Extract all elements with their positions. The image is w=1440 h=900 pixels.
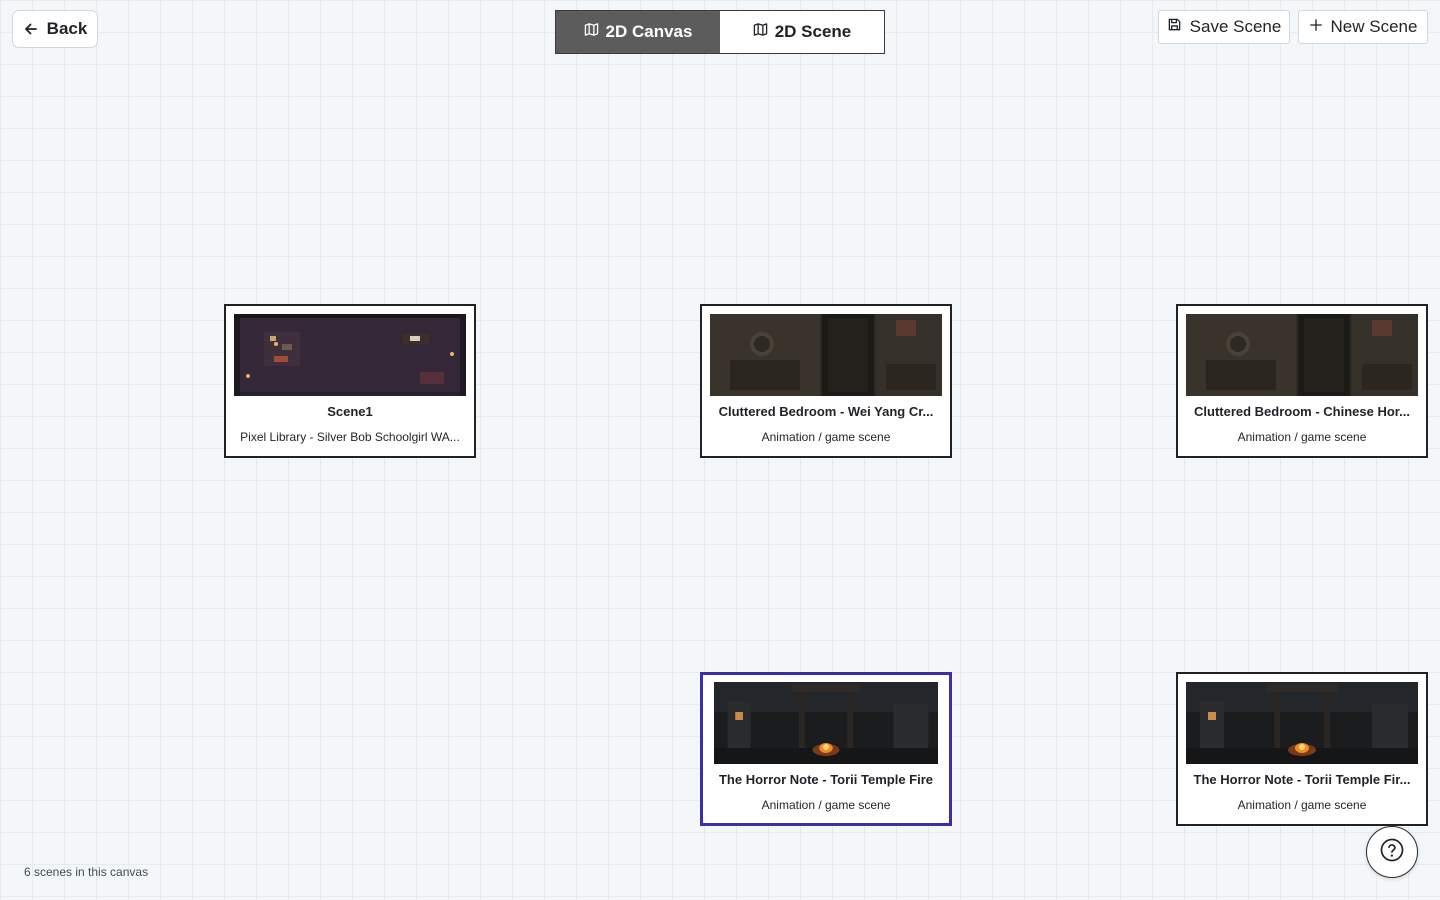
scene-thumbnail [714, 682, 938, 764]
save-icon [1167, 17, 1182, 37]
scene-card[interactable]: Cluttered Bedroom - Chinese Hor... Anima… [1176, 304, 1428, 458]
help-button[interactable] [1366, 826, 1418, 878]
scene-subtitle: Pixel Library - Silver Bob Schoolgirl WA… [240, 430, 460, 444]
scene-subtitle: Animation / game scene [761, 430, 891, 444]
scene-title: Cluttered Bedroom - Chinese Hor... [1194, 404, 1410, 419]
scene-title: The Horror Note - Torii Temple Fir... [1193, 772, 1411, 787]
map-icon [584, 22, 599, 42]
tab-2d-scene[interactable]: 2D Scene [720, 11, 884, 53]
new-scene-label: New Scene [1330, 17, 1418, 36]
save-scene-button[interactable]: Save Scene [1158, 10, 1290, 44]
scene-card-selected[interactable]: The Horror Note - Torii Temple Fire Anim… [700, 672, 952, 826]
arrow-left-icon [23, 21, 39, 37]
map-icon [753, 22, 768, 42]
back-label: Back [46, 19, 88, 38]
view-mode-toggle: 2D Canvas 2D Scene [555, 10, 885, 54]
scene-card[interactable]: Cluttered Bedroom - Wei Yang Cr... Anima… [700, 304, 952, 458]
plus-icon [1309, 17, 1323, 37]
scene-thumbnail [234, 314, 466, 396]
back-button[interactable]: Back [12, 10, 98, 48]
scene-title: Cluttered Bedroom - Wei Yang Cr... [718, 404, 934, 419]
scene-subtitle: Animation / game scene [1237, 430, 1367, 444]
help-icon [1379, 837, 1405, 868]
scene-title: Scene1 [327, 404, 373, 419]
scene-card[interactable]: The Horror Note - Torii Temple Fir... An… [1176, 672, 1428, 826]
scene-thumbnail [1186, 314, 1418, 396]
tab-label: 2D Canvas [605, 22, 693, 41]
scene-subtitle: Animation / game scene [1237, 798, 1367, 812]
scene-thumbnail [1186, 682, 1418, 764]
scene-title: The Horror Note - Torii Temple Fire [718, 772, 934, 787]
save-scene-label: Save Scene [1189, 17, 1282, 36]
new-scene-button[interactable]: New Scene [1298, 10, 1428, 44]
tab-2d-canvas[interactable]: 2D Canvas [556, 11, 720, 53]
scene-card[interactable]: Scene1 Pixel Library - Silver Bob School… [224, 304, 476, 458]
scene-thumbnail [710, 314, 942, 396]
scene-subtitle: Animation / game scene [761, 798, 891, 812]
tab-label: 2D Scene [774, 22, 852, 41]
scene-count: 6 scenes in this canvas [24, 865, 149, 879]
